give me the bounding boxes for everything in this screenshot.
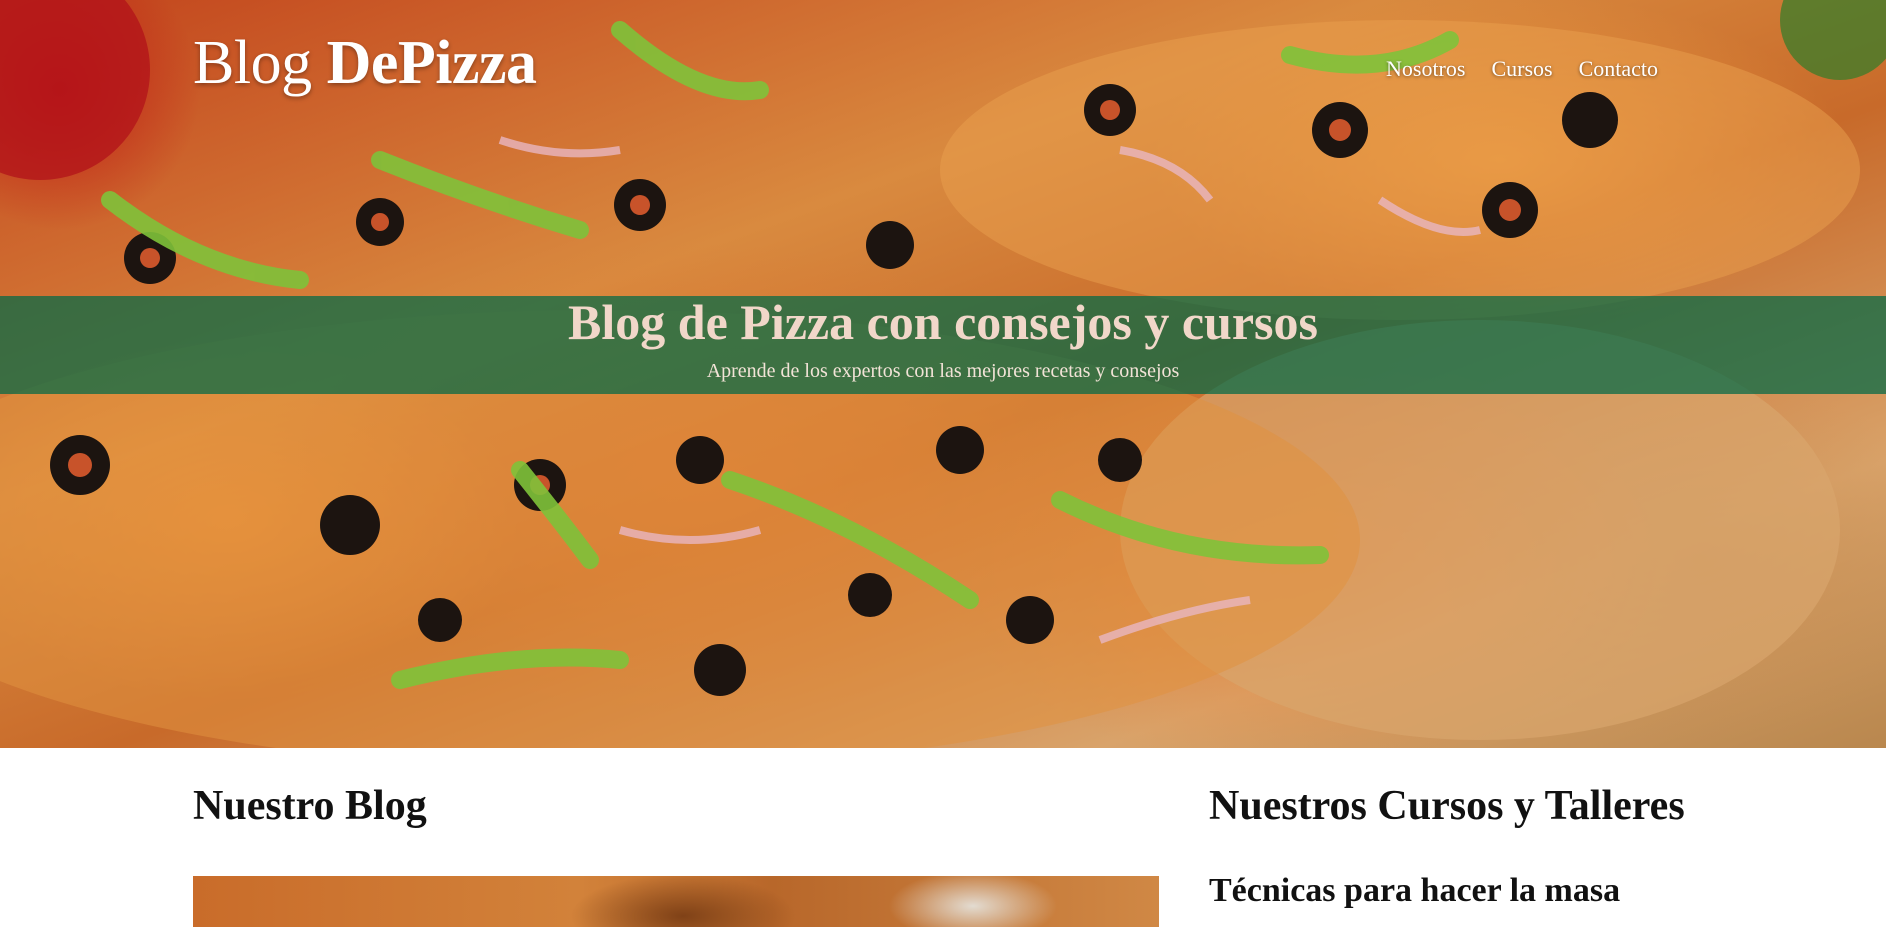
hero-subtitle: Aprende de los expertos con las mejores … (706, 360, 1180, 382)
site-logo-bold: DePizza (326, 29, 537, 97)
hero-title: Blog de Pizza con consejos y cursos (568, 294, 1318, 350)
blog-entry-image[interactable] (193, 876, 1159, 927)
nav-link-cursos[interactable]: Cursos (1491, 56, 1552, 82)
nav-link-nosotros[interactable]: Nosotros (1386, 56, 1465, 82)
blog-heading: Nuestro Blog (193, 783, 427, 829)
site-logo-light: Blog (193, 29, 327, 97)
nav-link-contacto[interactable]: Contacto (1579, 56, 1658, 82)
main-nav: Nosotros Cursos Contacto (1386, 56, 1684, 82)
course-title[interactable]: Técnicas para hacer la masa (1209, 872, 1620, 910)
courses-heading: Nuestros Cursos y Talleres (1209, 783, 1685, 829)
hero-section: Blog DePizza Nosotros Cursos Contacto Bl… (0, 0, 1886, 748)
hero-banner: Blog de Pizza con consejos y cursos Apre… (0, 296, 1886, 394)
site-logo[interactable]: Blog DePizza (193, 28, 537, 99)
